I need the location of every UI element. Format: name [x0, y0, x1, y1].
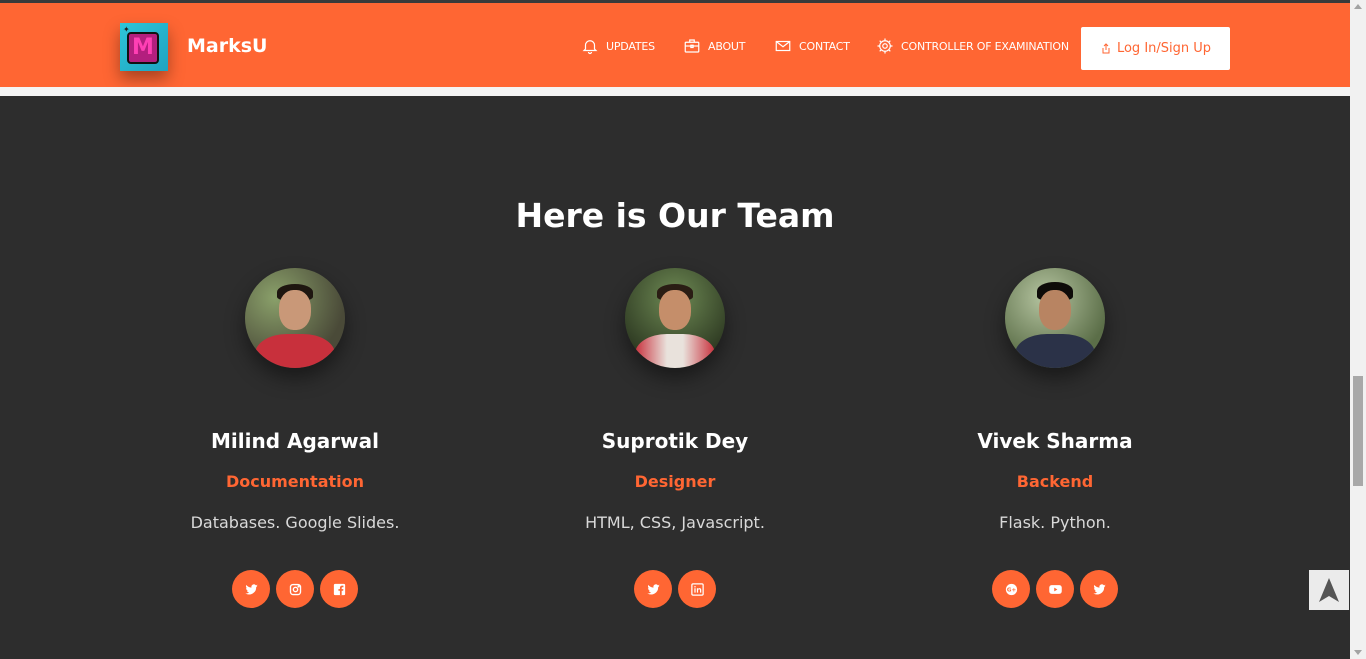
nav-controller-of-examination[interactable]: CONTROLLER OF EXAMINATION	[876, 37, 1069, 55]
member-avatar	[245, 268, 345, 368]
scrollbar-thumb[interactable]	[1353, 376, 1363, 486]
twitter-icon[interactable]	[1080, 570, 1118, 608]
member-role: Backend	[1016, 472, 1094, 491]
member-name: Suprotik Dey	[601, 429, 749, 453]
member-role: Designer	[634, 472, 716, 491]
envelope-icon	[775, 40, 791, 52]
nav-contact-label: CONTACT	[799, 39, 850, 53]
nav-controller-label: CONTROLLER OF EXAMINATION	[901, 39, 1069, 53]
logo-letter: M	[127, 32, 159, 64]
team-member-card: Suprotik Dey Designer HTML, CSS, Javascr…	[545, 268, 805, 608]
youtube-icon[interactable]	[1036, 570, 1074, 608]
twitter-icon[interactable]	[232, 570, 270, 608]
arrow-up-icon	[1319, 578, 1339, 602]
member-name: Milind Agarwal	[211, 429, 379, 453]
navbar: ✦ M MarksU UPDATES ABOUT CONTACT CONTROL…	[0, 3, 1350, 87]
member-avatar	[625, 268, 725, 368]
nav-about-label: ABOUT	[708, 39, 746, 53]
instagram-icon[interactable]	[276, 570, 314, 608]
svg-text:G+: G+	[1006, 587, 1016, 593]
linkedin-icon[interactable]	[678, 570, 716, 608]
nav-contact[interactable]: CONTACT	[774, 37, 850, 55]
member-role: Documentation	[225, 472, 365, 491]
scroll-down-arrow-icon[interactable]	[1354, 650, 1362, 655]
member-description: Databases. Google Slides.	[190, 513, 400, 532]
member-socials	[165, 570, 425, 608]
brand-name[interactable]: MarksU	[187, 35, 267, 57]
login-signup-button[interactable]: Log In/Sign Up	[1081, 27, 1230, 70]
share-icon	[1102, 43, 1110, 54]
scroll-to-top-button[interactable]	[1309, 570, 1349, 610]
nav-updates-label: UPDATES	[606, 39, 655, 53]
twitter-icon[interactable]	[634, 570, 672, 608]
login-signup-label: Log In/Sign Up	[1116, 41, 1212, 56]
member-name: Vivek Sharma	[977, 429, 1133, 453]
team-member-card: Vivek Sharma Backend Flask. Python. G+	[925, 268, 1185, 608]
member-socials	[545, 570, 805, 608]
gear-icon	[877, 38, 893, 54]
navbar-divider	[0, 87, 1350, 96]
scroll-up-arrow-icon[interactable]	[1354, 4, 1362, 9]
team-section-title: Here is Our Team	[515, 196, 835, 235]
member-description: HTML, CSS, Javascript.	[585, 513, 765, 532]
briefcase-icon	[684, 39, 700, 53]
facebook-icon[interactable]	[320, 570, 358, 608]
vertical-scrollbar[interactable]	[1350, 0, 1366, 659]
member-avatar	[1005, 268, 1105, 368]
bell-icon	[582, 40, 598, 55]
team-member-card: Milind Agarwal Documentation Databases. …	[165, 268, 425, 608]
nav-about[interactable]: ABOUT	[683, 37, 746, 55]
brand-logo[interactable]: ✦ M	[120, 23, 168, 71]
member-socials: G+	[925, 570, 1185, 608]
member-description: Flask. Python.	[999, 513, 1111, 532]
google-plus-icon[interactable]: G+	[992, 570, 1030, 608]
nav-updates[interactable]: UPDATES	[581, 37, 655, 55]
